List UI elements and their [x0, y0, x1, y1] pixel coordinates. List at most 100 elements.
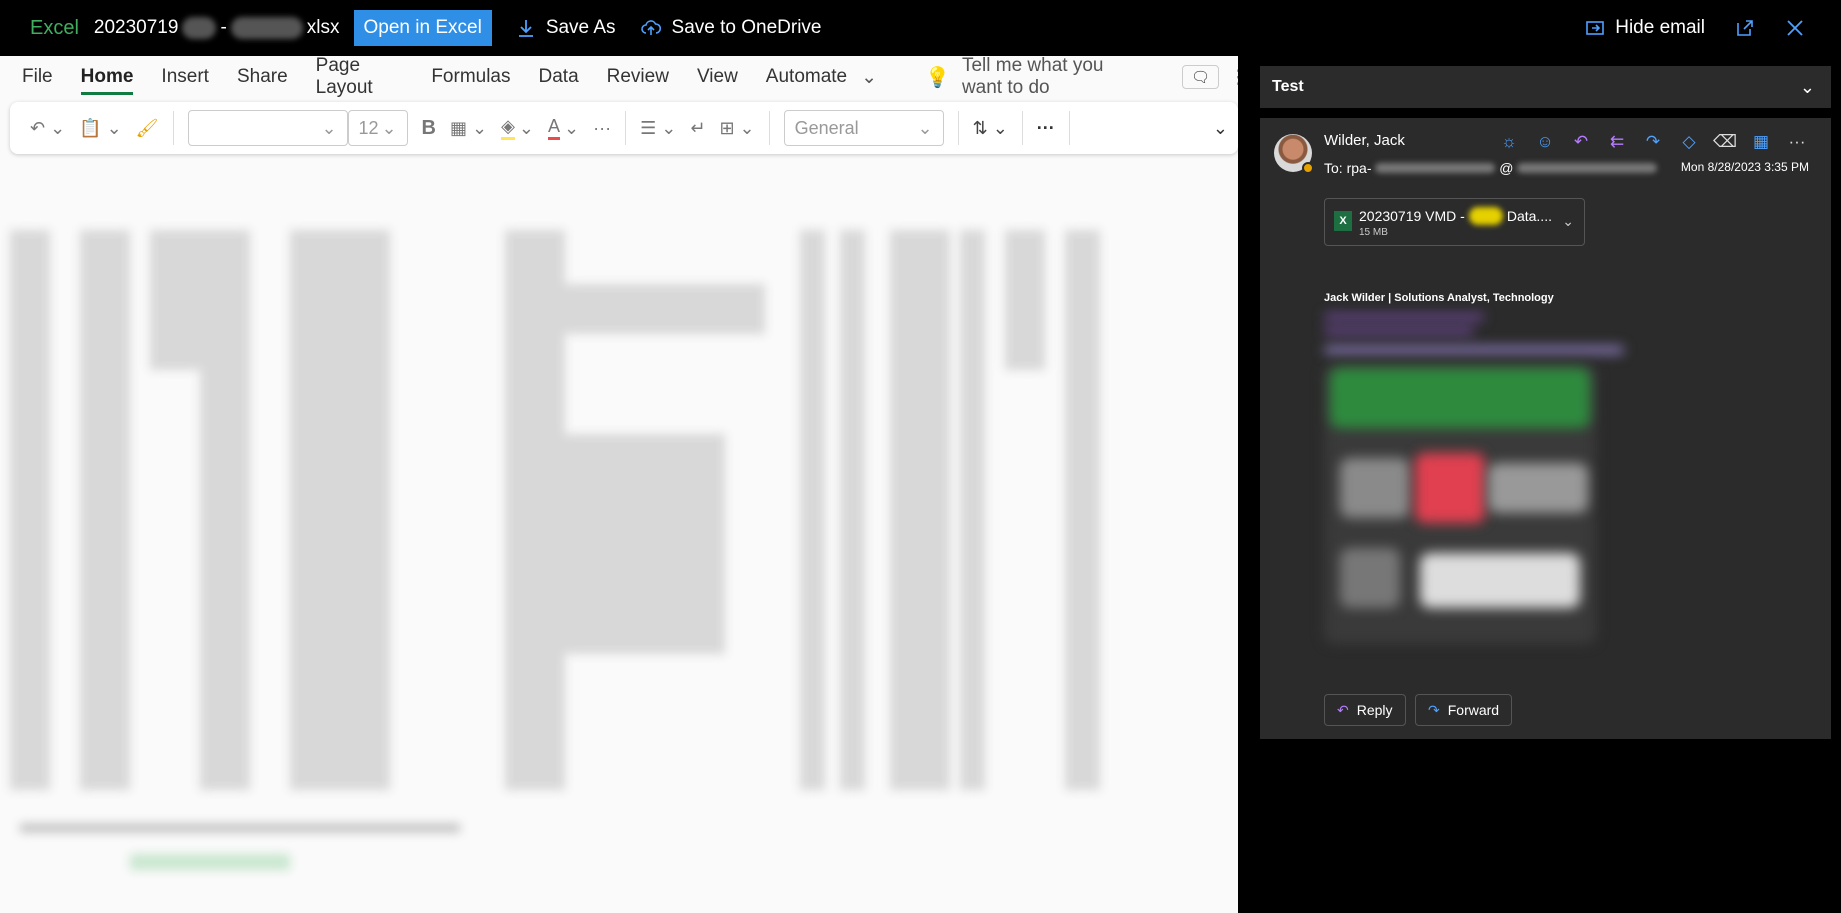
attachment-name-start: 20230719 VMD - — [1359, 208, 1465, 224]
save-to-onedrive-label: Save to OneDrive — [671, 17, 822, 38]
divider — [1021, 111, 1023, 145]
attachment-name-end: Data.... — [1506, 208, 1552, 224]
fill-color-icon[interactable]: ◈ — [501, 116, 515, 140]
font-size-value: 12 — [358, 117, 379, 138]
download-icon — [518, 20, 533, 37]
blurred-column — [960, 230, 985, 790]
chevron-down-icon[interactable]: ⌄ — [1562, 213, 1574, 230]
font-size-box[interactable]: 12 ⌄ — [347, 110, 408, 146]
divider — [625, 111, 627, 145]
merge-cells-icon[interactable]: ⊞ ⌄ — [719, 118, 754, 139]
format-painter-icon[interactable]: 🖌 — [136, 118, 159, 139]
home-ribbon: ↶ ⌄ 📋 ⌄ 🖌 ⌄ 12 ⌄ B ▦ ⌄ ◈ ⌄ A ⌄ ··· ☰ ⌄ ↵ … — [10, 102, 1238, 154]
tab-home[interactable]: Home — [80, 66, 134, 95]
bold-button[interactable]: B — [422, 117, 436, 140]
close-icon[interactable] — [1785, 18, 1805, 38]
blurred-logo — [1415, 453, 1485, 523]
blurred-logo — [1340, 458, 1410, 518]
tab-insert[interactable]: Insert — [161, 66, 209, 88]
file-name-dash: - — [220, 17, 227, 38]
font-color-icon[interactable]: A — [548, 116, 561, 140]
tab-file[interactable]: File — [22, 66, 53, 88]
save-as-label: Save As — [545, 17, 616, 38]
more-options-icon[interactable]: ··· — [1785, 130, 1809, 154]
presence-away-icon — [1302, 162, 1314, 174]
borders-icon[interactable]: ▦ ⌄ — [450, 118, 487, 139]
blurred-banner — [1330, 368, 1590, 428]
forward-button[interactable]: ↷ Forward — [1415, 694, 1513, 726]
message-date: Mon 8/28/2023 3:35 PM — [1680, 160, 1809, 174]
blurred-column — [800, 230, 825, 790]
tag-icon[interactable]: ◇ — [1677, 130, 1701, 154]
eraser-icon[interactable]: ⌫ — [1713, 130, 1737, 154]
reply-icon: ↶ — [1337, 701, 1349, 718]
save-to-onedrive-button[interactable]: Save to OneDrive — [640, 17, 822, 39]
chevron-down-icon: ⌄ — [381, 117, 397, 138]
number-format-value: General — [794, 117, 859, 138]
blurred-sheet-tab — [130, 854, 290, 870]
wrap-text-icon[interactable]: ↵ — [690, 118, 705, 139]
font-name-box[interactable]: ⌄ — [187, 110, 348, 146]
align-icon[interactable]: ☰ ⌄ — [640, 118, 676, 139]
blurred-signature-line — [1324, 328, 1474, 334]
recipient-prefix: rpa- — [1346, 160, 1372, 176]
attachment-name: 20230719 VMD - Data.... — [1359, 207, 1552, 225]
blurred-column — [200, 230, 250, 790]
blurred-spreadsheet-grid[interactable] — [0, 164, 1248, 913]
tab-automate[interactable]: Automate — [766, 66, 847, 88]
file-name-suffix: xlsx — [306, 17, 340, 38]
tab-page-layout[interactable]: Page Layout — [316, 56, 404, 99]
more-ribbon-options-icon[interactable]: ··· — [1037, 118, 1055, 139]
pop-out-icon[interactable] — [1735, 18, 1755, 38]
to-label: To: — [1324, 160, 1343, 176]
blurred-column — [890, 230, 950, 790]
chevron-down-icon[interactable]: ⌄ — [519, 118, 534, 139]
hide-email-label: Hide email — [1615, 17, 1705, 38]
emoji-icon[interactable]: ☺ — [1533, 130, 1557, 154]
redacted-text — [1517, 163, 1658, 173]
blurred-column — [10, 230, 50, 790]
tab-data[interactable]: Data — [539, 66, 579, 88]
blurred-signature-line — [1324, 314, 1484, 320]
attachment-size: 15 MB — [1359, 227, 1388, 238]
panel-divider — [1238, 56, 1258, 913]
sender-name[interactable]: Wilder, Jack — [1324, 132, 1405, 149]
email-subject: Test — [1272, 78, 1304, 95]
reply-icon[interactable]: ↶ — [1569, 130, 1593, 154]
number-format-box[interactable]: General ⌄ — [783, 110, 944, 146]
hide-email-button[interactable]: Hide email — [1585, 17, 1705, 39]
comment-icon[interactable]: 🗨 — [1181, 65, 1219, 89]
title-bar: Excel 20230719 - xlsx Open in Excel Save… — [0, 0, 1841, 56]
tab-view[interactable]: View — [697, 66, 738, 88]
attachment-card[interactable]: X 20230719 VMD - Data.... 15 MB ⌄ — [1324, 198, 1585, 246]
chevron-down-icon[interactable]: ⌄ — [861, 66, 877, 89]
tell-me-label: Tell me what you want to do — [961, 56, 1104, 98]
forward-label: Forward — [1447, 702, 1500, 718]
more-font-options-icon[interactable]: ··· — [593, 118, 611, 139]
tab-formulas[interactable]: Formulas — [431, 66, 510, 88]
recipient-line: To: rpa- @ — [1324, 160, 1658, 176]
tell-me-search[interactable]: 💡 Tell me what you want to do — [925, 56, 1148, 99]
highlighted-redaction — [1468, 207, 1503, 225]
tab-share[interactable]: Share — [237, 66, 288, 88]
apps-icon[interactable]: ▦ — [1749, 130, 1773, 154]
divider — [172, 111, 174, 145]
save-as-button[interactable]: Save As — [516, 17, 616, 39]
excel-viewer: File Home Insert Share Page Layout Formu… — [0, 56, 1248, 913]
open-in-excel-button[interactable]: Open in Excel — [353, 10, 492, 46]
forward-icon[interactable]: ↷ — [1641, 130, 1665, 154]
chevron-down-icon[interactable]: ⌄ — [1800, 77, 1815, 98]
chevron-down-icon: ⌄ — [917, 117, 933, 138]
reply-all-icon[interactable]: ⇇ — [1605, 130, 1629, 154]
tab-review[interactable]: Review — [607, 66, 669, 88]
chevron-down-icon[interactable]: ⌄ — [564, 118, 579, 139]
divider — [957, 111, 959, 145]
email-header[interactable]: Test ⌄ — [1260, 66, 1831, 108]
reply-button[interactable]: ↶ Reply — [1324, 694, 1406, 726]
clipboard-icon[interactable]: 📋 ⌄ — [79, 118, 122, 139]
expand-ribbon-icon[interactable]: ⌄ — [1213, 118, 1228, 139]
blurred-column — [290, 230, 390, 790]
undo-icon[interactable]: ↶ ⌄ — [30, 118, 65, 139]
sort-filter-icon[interactable]: ⇅ ⌄ — [973, 118, 1008, 139]
brightness-icon[interactable]: ☼ — [1497, 130, 1521, 154]
